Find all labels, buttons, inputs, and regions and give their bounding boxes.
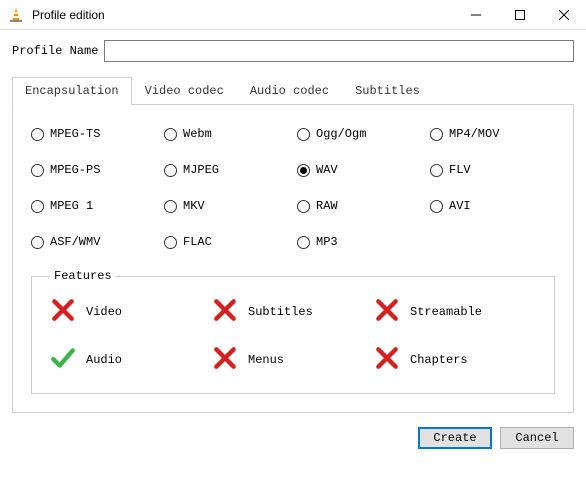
radio-icon — [164, 164, 177, 177]
radio-label: MP4/MOV — [449, 127, 499, 141]
radio-avi[interactable]: AVI — [430, 199, 555, 213]
radio-label: Ogg/Ogm — [316, 127, 366, 141]
features-box: Features Video Subtitles Streamable Audio Me… — [31, 269, 555, 394]
radio-webm[interactable]: Webm — [164, 127, 289, 141]
radio-icon — [164, 128, 177, 141]
encapsulation-grid: MPEG-TS Webm Ogg/Ogm MP4/MOV MPEG-PS MJPEG WAV… — [31, 127, 555, 249]
radio-icon — [430, 128, 443, 141]
feature-audio: Audio — [50, 345, 212, 375]
radio-icon — [297, 128, 310, 141]
radio-raw[interactable]: RAW — [297, 199, 422, 213]
feature-streamable: Streamable — [374, 297, 536, 327]
radio-ogg-ogm[interactable]: Ogg/Ogm — [297, 127, 422, 141]
radio-icon — [297, 236, 310, 249]
radio-label: WAV — [316, 163, 338, 177]
radio-icon — [297, 164, 310, 177]
radio-asf-wmv[interactable]: ASF/WMV — [31, 235, 156, 249]
feature-label: Streamable — [410, 305, 482, 319]
radio-label: RAW — [316, 199, 338, 213]
tab-subtitles[interactable]: Subtitles — [342, 77, 433, 105]
cross-icon — [212, 297, 238, 327]
cross-icon — [50, 297, 76, 327]
radio-icon — [31, 200, 44, 213]
radio-mp3[interactable]: MP3 — [297, 235, 422, 249]
radio-mkv[interactable]: MKV — [164, 199, 289, 213]
radio-icon — [164, 200, 177, 213]
radio-label: MPEG-PS — [50, 163, 100, 177]
vlc-icon — [8, 7, 24, 23]
feature-video: Video — [50, 297, 212, 327]
radio-icon — [31, 236, 44, 249]
features-legend: Features — [50, 269, 116, 283]
radio-mpeg-ps[interactable]: MPEG-PS — [31, 163, 156, 177]
radio-label: MJPEG — [183, 163, 219, 177]
radio-wav[interactable]: WAV — [297, 163, 422, 177]
cancel-button[interactable]: Cancel — [500, 427, 574, 449]
content-area: Profile Name EncapsulationVideo codecAud… — [0, 30, 586, 413]
radio-label: MKV — [183, 199, 205, 213]
radio-mpeg-1[interactable]: MPEG 1 — [31, 199, 156, 213]
radio-icon — [430, 200, 443, 213]
feature-label: Video — [86, 305, 122, 319]
window-title: Profile edition — [32, 8, 454, 22]
window-controls — [454, 0, 586, 29]
feature-menus: Menus — [212, 345, 374, 375]
radio-flv[interactable]: FLV — [430, 163, 555, 177]
radio-label: ASF/WMV — [50, 235, 100, 249]
radio-label: FLV — [449, 163, 471, 177]
radio-flac[interactable]: FLAC — [164, 235, 289, 249]
radio-mp4-mov[interactable]: MP4/MOV — [430, 127, 555, 141]
close-button[interactable] — [542, 0, 586, 29]
radio-label: MPEG 1 — [50, 199, 93, 213]
tab-encapsulation[interactable]: Encapsulation — [12, 77, 132, 105]
radio-icon — [297, 200, 310, 213]
radio-label: FLAC — [183, 235, 212, 249]
cross-icon — [374, 345, 400, 375]
radio-icon — [31, 128, 44, 141]
cross-icon — [212, 345, 238, 375]
profile-name-row: Profile Name — [12, 40, 574, 62]
radio-label: MPEG-TS — [50, 127, 100, 141]
minimize-button[interactable] — [454, 0, 498, 29]
feature-subtitles: Subtitles — [212, 297, 374, 327]
radio-label: AVI — [449, 199, 471, 213]
check-icon — [50, 345, 76, 375]
radio-label: Webm — [183, 127, 212, 141]
feature-label: Menus — [248, 353, 284, 367]
radio-mjpeg[interactable]: MJPEG — [164, 163, 289, 177]
feature-label: Subtitles — [248, 305, 313, 319]
cross-icon — [374, 297, 400, 327]
button-row: Create Cancel — [0, 413, 586, 463]
tab-video-codec[interactable]: Video codec — [132, 77, 237, 105]
feature-label: Chapters — [410, 353, 468, 367]
maximize-button[interactable] — [498, 0, 542, 29]
radio-icon — [430, 164, 443, 177]
radio-mpeg-ts[interactable]: MPEG-TS — [31, 127, 156, 141]
profile-name-input[interactable] — [104, 40, 574, 62]
tabbar: EncapsulationVideo codecAudio codecSubti… — [12, 76, 574, 105]
feature-chapters: Chapters — [374, 345, 536, 375]
feature-label: Audio — [86, 353, 122, 367]
features-grid: Video Subtitles Streamable Audio Menus Chapte… — [50, 297, 536, 375]
tab-panel-encapsulation: MPEG-TS Webm Ogg/Ogm MP4/MOV MPEG-PS MJPEG WAV… — [12, 105, 574, 413]
radio-label: MP3 — [316, 235, 338, 249]
radio-icon — [31, 164, 44, 177]
titlebar: Profile edition — [0, 0, 586, 30]
profile-name-label: Profile Name — [12, 44, 98, 58]
create-button[interactable]: Create — [418, 427, 492, 449]
tab-audio-codec[interactable]: Audio codec — [237, 77, 342, 105]
radio-icon — [164, 236, 177, 249]
